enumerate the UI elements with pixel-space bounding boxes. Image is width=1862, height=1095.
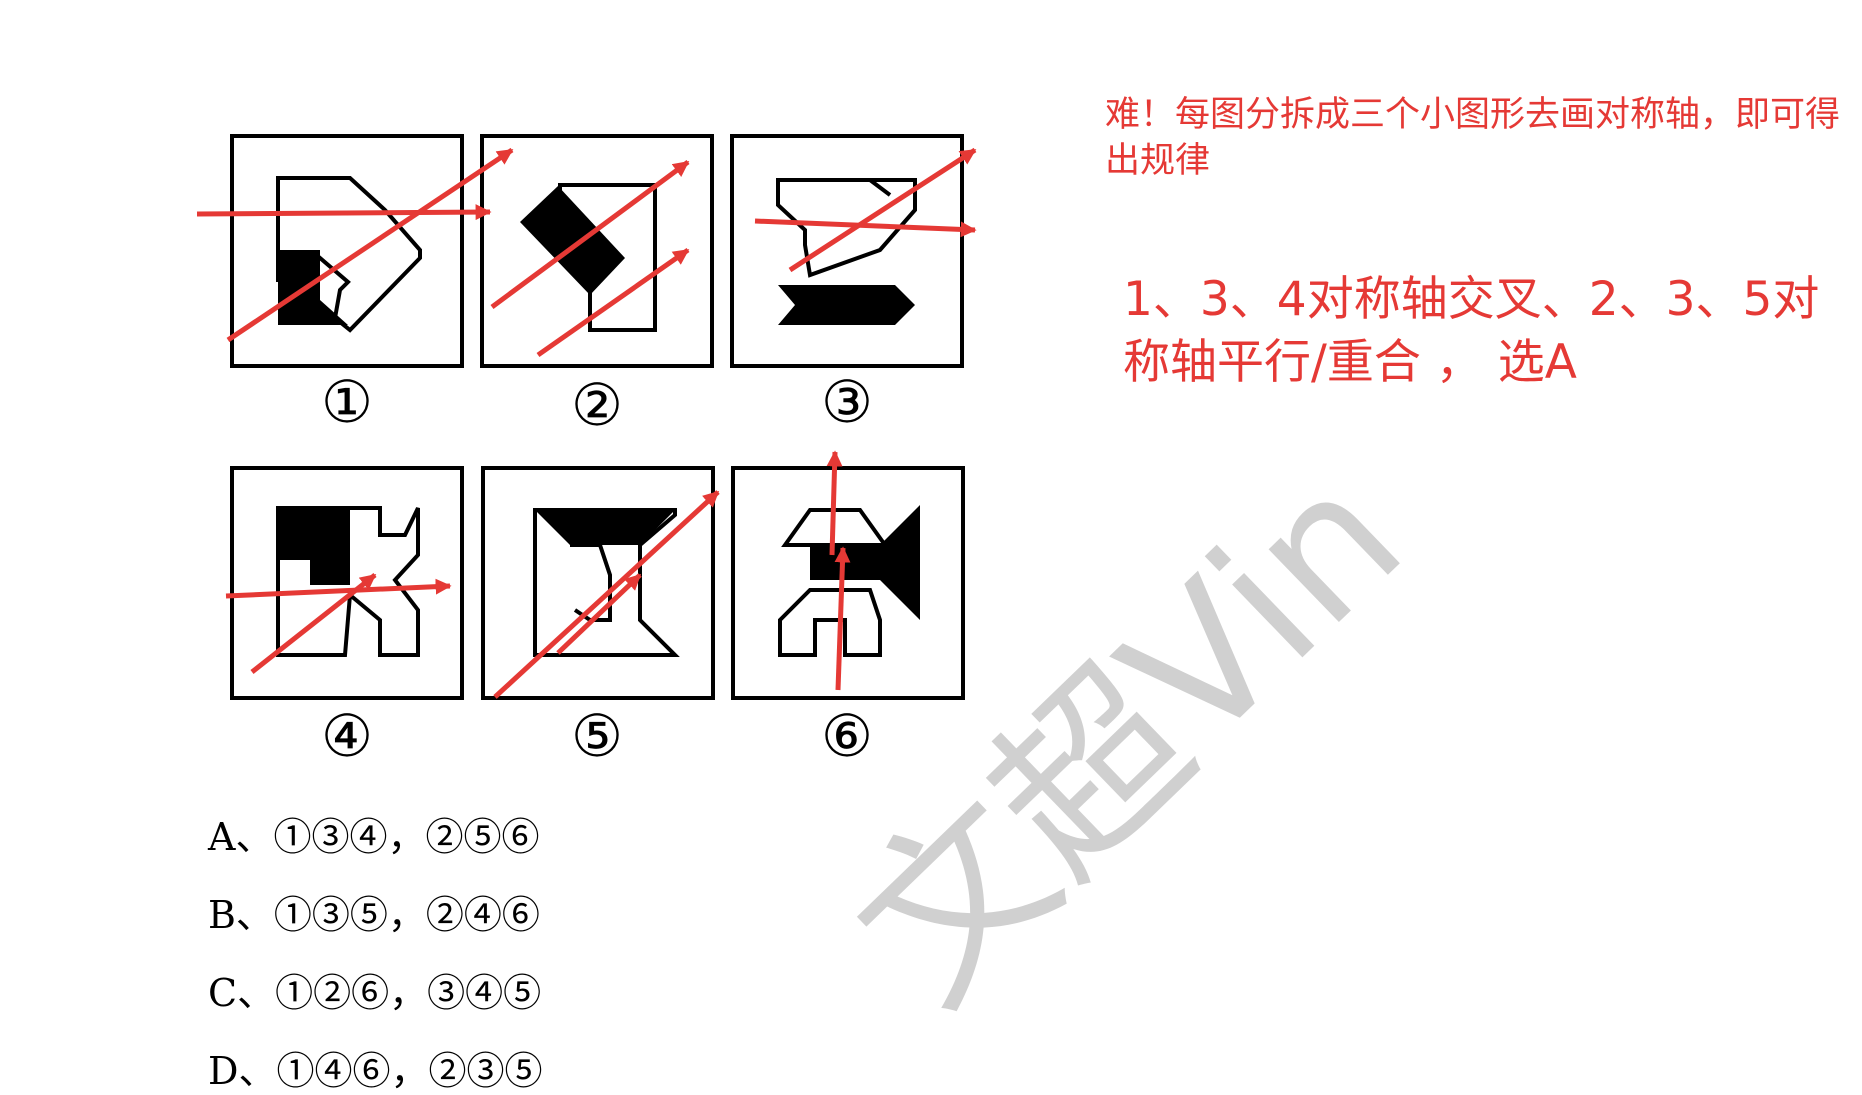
panel-label-5: ⑤ [571, 702, 623, 770]
panel-label-6: ⑥ [821, 702, 873, 770]
panel-5 [481, 466, 715, 700]
panel-3 [730, 134, 964, 368]
panel-label-2: ② [571, 371, 623, 439]
panel-label-4: ④ [321, 702, 373, 770]
hint-note: 难！每图分拆成三个小图形去画对称轴，即可得出规律 [1105, 95, 1841, 181]
option-d[interactable]: D、①④⑥，②③⑤ [208, 1040, 542, 1095]
panel-1 [230, 134, 464, 368]
panel-6 [731, 466, 965, 700]
axis-arrow [196, 204, 492, 221]
axis-arrow [826, 450, 843, 556]
answer-note: 1、3、4对称轴交叉、2、3、5对称轴平行/重合 ， 选A [1123, 272, 1820, 390]
panel-label-3: ③ [821, 368, 873, 436]
option-b[interactable]: B、①③⑤，②④⑥ [208, 884, 540, 939]
option-a[interactable]: A、①③④，②⑤⑥ [208, 806, 539, 861]
panel-label-1: ① [321, 368, 373, 436]
option-c[interactable]: C、①②⑥，③④⑤ [208, 962, 541, 1017]
